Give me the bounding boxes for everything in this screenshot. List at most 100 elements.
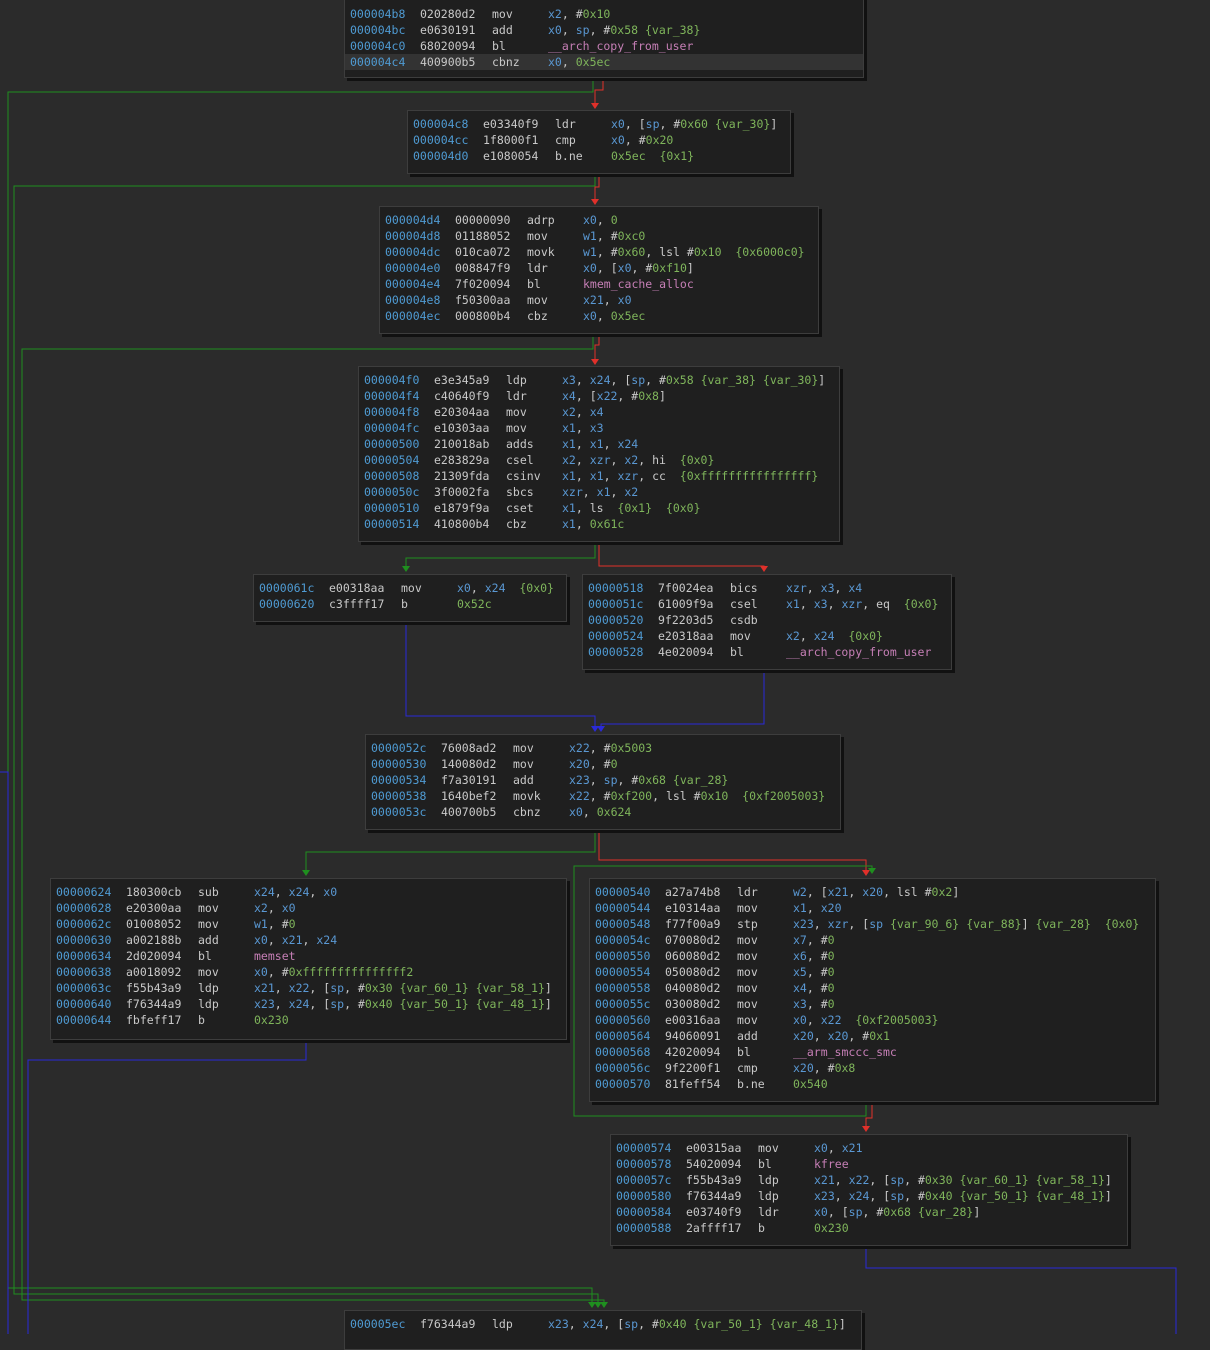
instruction-mnemonic[interactable]: mov xyxy=(506,404,562,420)
instruction-line[interactable]: 00000574 e00315aa mov x0, x21 xyxy=(611,1140,1127,1156)
operand-annotation[interactable]: {0xffffffffffffffff} xyxy=(680,469,818,483)
operand-immediate[interactable]: 0x8 xyxy=(835,1061,856,1075)
instruction-address[interactable]: 000005ec xyxy=(350,1316,420,1332)
basic-block-000005ec[interactable]: 000005ec f76344a9 ldp x23, x24, [sp, #0x40 … xyxy=(344,1310,862,1350)
operand-annotation[interactable]: {0x0} xyxy=(1105,917,1140,931)
instruction-mnemonic[interactable]: ldp xyxy=(506,372,562,388)
operand-immediate[interactable]: 0x30 xyxy=(925,1173,953,1187)
operand-immediate[interactable]: 0x5ec xyxy=(611,149,646,163)
basic-block-000004f0[interactable]: 000004f0 e3e345a9 ldp x3, x24, [sp, #0x58 {… xyxy=(358,366,840,542)
operand-register[interactable]: x2 xyxy=(548,7,562,21)
basic-block-00000624[interactable]: 00000624 180300cb sub x24, x24, x0 00000628 e… xyxy=(50,878,567,1040)
instruction-mnemonic[interactable]: bl xyxy=(737,1044,793,1060)
operand-register[interactable]: x0 xyxy=(611,117,625,131)
operand-register[interactable]: xzr xyxy=(841,597,862,611)
operand-annotation[interactable]: {var_38} xyxy=(645,23,700,37)
operand-register[interactable]: x4 xyxy=(793,981,807,995)
operand-immediate[interactable]: 0x68 xyxy=(883,1205,911,1219)
operand-annotation[interactable]: {var_58_1} xyxy=(1036,1173,1105,1187)
operand-register[interactable]: x5 xyxy=(793,965,807,979)
operand-register[interactable]: w1 xyxy=(254,917,268,931)
operand-immediate[interactable]: 0x60 xyxy=(680,117,708,131)
instruction-mnemonic[interactable]: b xyxy=(198,1012,254,1028)
instruction-line[interactable]: 00000560 e00316aa mov x0, x22 {0xf2005003} xyxy=(590,1012,1155,1028)
instruction-line[interactable]: 0000063c f55b43a9 ldp x21, x22, [sp, #0x30 … xyxy=(51,980,566,996)
instruction-line[interactable]: 0000050c 3f0002fa sbcs xzr, x1, x2 xyxy=(359,484,839,500)
operand-register[interactable]: x1 xyxy=(590,469,604,483)
operand-immediate[interactable]: 0 xyxy=(289,917,296,931)
instruction-line[interactable]: 00000640 f76344a9 ldp x23, x24, [sp, #0x40 … xyxy=(51,996,566,1012)
instruction-address[interactable]: 00000624 xyxy=(56,884,126,900)
operand-register[interactable]: x21 xyxy=(814,1173,835,1187)
instruction-address[interactable]: 00000508 xyxy=(364,468,434,484)
operand-register[interactable]: sp xyxy=(646,117,660,131)
instruction-line[interactable]: 000004ec 000800b4 cbz x0, 0x5ec xyxy=(380,308,818,324)
operand-register[interactable]: x4 xyxy=(590,405,604,419)
operand-register[interactable]: x23 xyxy=(814,1189,835,1203)
operand-immediate[interactable]: 0xfffffffffffffff2 xyxy=(289,965,414,979)
instruction-line[interactable]: 000004c0 68020094 bl __arch_copy_from_user xyxy=(345,38,863,54)
instruction-mnemonic[interactable]: mov xyxy=(198,916,254,932)
instruction-mnemonic[interactable]: b xyxy=(758,1220,814,1236)
operand-immediate[interactable]: 0x230 xyxy=(254,1013,289,1027)
instruction-mnemonic[interactable]: ldp xyxy=(198,980,254,996)
operand-annotation[interactable]: {0x1} xyxy=(659,149,694,163)
instruction-line[interactable]: 00000524 e20318aa mov x2, x24 {0x0} xyxy=(583,628,951,644)
instruction-address[interactable]: 0000056c xyxy=(595,1060,665,1076)
instruction-address[interactable]: 000004c0 xyxy=(350,38,420,54)
instruction-mnemonic[interactable]: add xyxy=(492,22,548,38)
operand-immediate[interactable]: 0 xyxy=(828,965,835,979)
operand-register[interactable]: x24 xyxy=(316,933,337,947)
operand-immediate[interactable]: 0x230 xyxy=(814,1221,849,1235)
operand-register[interactable]: x1 xyxy=(562,517,576,531)
instruction-address[interactable]: 000004dc xyxy=(385,244,455,260)
operand-immediate[interactable]: 0x5003 xyxy=(611,741,653,755)
instruction-line[interactable]: 00000634 2d020094 bl memset xyxy=(51,948,566,964)
instruction-mnemonic[interactable]: cbz xyxy=(527,308,583,324)
instruction-line[interactable]: 0000053c 400700b5 cbnz x0, 0x624 xyxy=(366,804,840,820)
operand-register[interactable]: x2 xyxy=(786,629,800,643)
instruction-line[interactable]: 000004cc 1f8000f1 cmp x0, #0x20 xyxy=(408,132,790,148)
instruction-address[interactable]: 00000530 xyxy=(371,756,441,772)
operand-register[interactable]: x0 xyxy=(583,213,597,227)
instruction-line[interactable]: 000004f0 e3e345a9 ldp x3, x24, [sp, #0x58 {… xyxy=(359,372,839,388)
operand-immediate[interactable]: 0x40 xyxy=(365,997,393,1011)
instruction-mnemonic[interactable]: cbnz xyxy=(513,804,569,820)
instruction-mnemonic[interactable]: bics xyxy=(730,580,786,596)
instruction-address[interactable]: 000004c8 xyxy=(413,116,483,132)
operand-immediate[interactable]: 0x40 xyxy=(925,1189,953,1203)
operand-register[interactable]: xzr xyxy=(590,453,611,467)
operand-register[interactable]: x0 xyxy=(793,1013,807,1027)
operand-register[interactable]: x20 xyxy=(828,1029,849,1043)
instruction-address[interactable]: 0000063c xyxy=(56,980,126,996)
operand-immediate[interactable]: 0x58 xyxy=(610,23,638,37)
operand-register[interactable]: x22 xyxy=(597,389,618,403)
operand-register[interactable]: sp xyxy=(849,1205,863,1219)
operand-register[interactable]: x3 xyxy=(821,581,835,595)
operand-register[interactable]: x4 xyxy=(562,389,576,403)
instruction-address[interactable]: 000004e8 xyxy=(385,292,455,308)
instruction-mnemonic[interactable]: b.ne xyxy=(555,148,611,164)
instruction-address[interactable]: 00000540 xyxy=(595,884,665,900)
instruction-line[interactable]: 00000500 210018ab adds x1, x1, x24 xyxy=(359,436,839,452)
operand-register[interactable]: x0 xyxy=(583,309,597,323)
operand-symbol[interactable]: __arm_smccc_smc xyxy=(793,1045,897,1059)
operand-register[interactable]: x21 xyxy=(583,293,604,307)
instruction-address[interactable]: 0000055c xyxy=(595,996,665,1012)
instruction-mnemonic[interactable]: ldr xyxy=(555,116,611,132)
operand-annotation[interactable]: {var_50_1} xyxy=(693,1317,762,1331)
operand-register[interactable]: x1 xyxy=(793,901,807,915)
operand-immediate[interactable]: 0 xyxy=(828,997,835,1011)
instruction-mnemonic[interactable]: ldp xyxy=(758,1188,814,1204)
operand-register[interactable]: sp xyxy=(604,773,618,787)
instruction-address[interactable]: 00000548 xyxy=(595,916,665,932)
operand-register[interactable]: x20 xyxy=(793,1061,814,1075)
instruction-mnemonic[interactable]: mov xyxy=(737,900,793,916)
instruction-line[interactable]: 00000580 f76344a9 ldp x23, x24, [sp, #0x40 … xyxy=(611,1188,1127,1204)
basic-block-000004c8[interactable]: 000004c8 e03340f9 ldr x0, [sp, #0x60 {var_3… xyxy=(407,110,791,174)
instruction-mnemonic[interactable]: cbnz xyxy=(492,54,548,70)
instruction-address[interactable]: 000004f4 xyxy=(364,388,434,404)
instruction-address[interactable]: 000004ec xyxy=(385,308,455,324)
instruction-address[interactable]: 00000558 xyxy=(595,980,665,996)
operand-symbol[interactable]: __arch_copy_from_user xyxy=(548,39,693,53)
